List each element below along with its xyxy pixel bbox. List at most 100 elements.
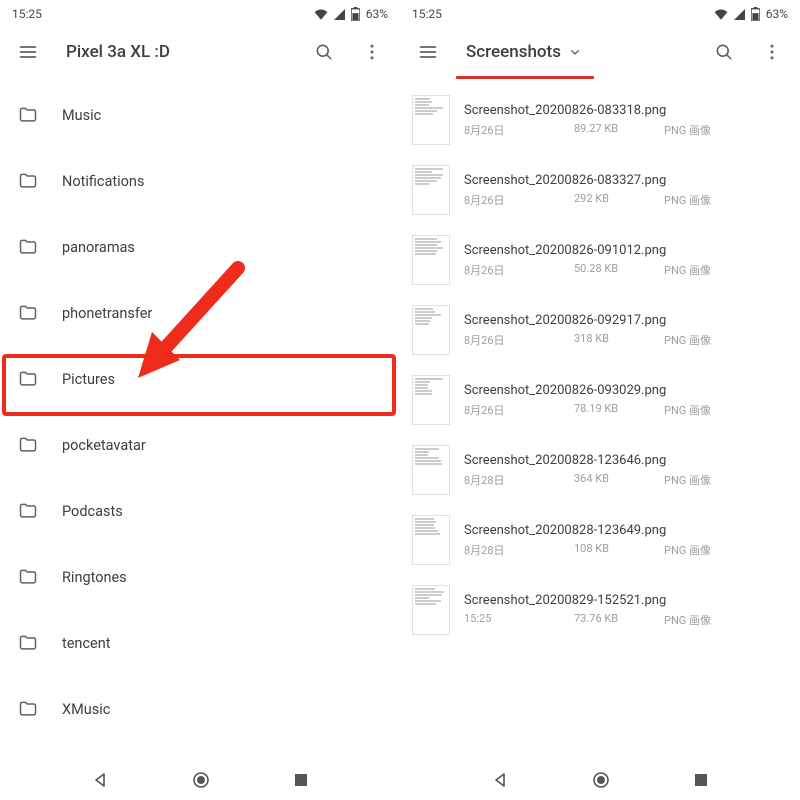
file-row[interactable]: Screenshot_20200826-083318.png8月26日89.27… xyxy=(400,85,800,155)
file-type: PNG 画像 xyxy=(664,192,711,208)
pane-files: 15:25 63% Screenshots xyxy=(400,0,800,800)
folder-name: Pictures xyxy=(62,371,115,388)
folder-row[interactable]: panoramas xyxy=(0,214,400,280)
folder-row[interactable]: tencent xyxy=(0,610,400,676)
file-thumbnail xyxy=(412,515,450,565)
file-row[interactable]: Screenshot_20200826-091012.png8月26日50.28… xyxy=(400,225,800,295)
hamburger-icon[interactable] xyxy=(8,32,48,72)
folder-row[interactable]: pocketavatar xyxy=(0,412,400,478)
battery-percent: 63% xyxy=(366,7,388,21)
file-thumbnail xyxy=(412,305,450,355)
battery-icon xyxy=(351,7,360,21)
file-row[interactable]: Screenshot_20200828-123646.png8月28日364 K… xyxy=(400,435,800,505)
file-type: PNG 画像 xyxy=(664,402,711,418)
folder-icon xyxy=(18,699,62,719)
folder-name: tencent xyxy=(62,635,110,652)
folder-row[interactable]: Music xyxy=(0,82,400,148)
pane-folders: 15:25 63% Pixel 3a XL :D Music Notificati… xyxy=(0,0,400,800)
folder-name: panoramas xyxy=(62,239,135,256)
folder-row[interactable]: Ringtones xyxy=(0,544,400,610)
file-date: 8月26日 xyxy=(464,332,574,348)
file-name: Screenshot_20200829-152521.png xyxy=(464,593,800,608)
status-time: 15:25 xyxy=(12,7,42,21)
nav-home-icon[interactable] xyxy=(592,771,610,789)
folder-icon xyxy=(18,567,62,587)
file-thumbnail xyxy=(412,235,450,285)
file-date: 8月26日 xyxy=(464,192,574,208)
signal-icon xyxy=(734,9,745,20)
file-type: PNG 画像 xyxy=(664,542,711,558)
folder-list: Music Notifications panoramas phonetransfer… xyxy=(0,76,400,760)
folder-row[interactable]: phonetransfer xyxy=(0,280,400,346)
file-type: PNG 画像 xyxy=(664,262,711,278)
file-type: PNG 画像 xyxy=(664,122,711,138)
folder-name: pocketavatar xyxy=(62,437,146,454)
folder-name: Notifications xyxy=(62,173,144,190)
appbar-right: Screenshots xyxy=(400,28,800,76)
file-type: PNG 画像 xyxy=(664,472,711,488)
hamburger-icon[interactable] xyxy=(408,32,448,72)
wifi-icon xyxy=(714,9,728,20)
file-row[interactable]: Screenshot_20200828-123649.png8月28日108 K… xyxy=(400,505,800,575)
chevron-down-icon xyxy=(567,44,583,60)
nav-back-icon[interactable] xyxy=(92,772,108,788)
folder-name: phonetransfer xyxy=(62,305,152,322)
folder-row[interactable]: XMusic xyxy=(0,676,400,742)
file-date: 15:25 xyxy=(464,612,574,628)
file-size: 364 KB xyxy=(574,472,664,488)
file-type: PNG 画像 xyxy=(664,612,711,628)
status-bar-right: 15:25 63% xyxy=(400,0,800,28)
nav-home-icon[interactable] xyxy=(192,771,210,789)
folder-name: Podcasts xyxy=(62,503,123,520)
folder-name: Ringtones xyxy=(62,569,127,586)
appbar-left: Pixel 3a XL :D xyxy=(0,28,400,76)
folder-name: XMusic xyxy=(62,701,110,718)
folder-icon xyxy=(18,633,62,653)
file-size: 73.76 KB xyxy=(574,612,664,628)
file-list: Screenshot_20200826-083318.png8月26日89.27… xyxy=(400,79,800,760)
nav-recent-icon[interactable] xyxy=(294,773,308,787)
folder-row[interactable]: Notifications xyxy=(0,148,400,214)
more-icon[interactable] xyxy=(752,32,792,72)
battery-percent-right: 63% xyxy=(766,7,788,21)
file-size: 108 KB xyxy=(574,542,664,558)
search-icon[interactable] xyxy=(704,32,744,72)
folder-icon xyxy=(18,237,62,257)
status-bar: 15:25 63% xyxy=(0,0,400,28)
folder-row[interactable]: Podcasts xyxy=(0,478,400,544)
nav-bar-left xyxy=(0,760,400,800)
status-right-right: 63% xyxy=(714,7,788,21)
file-date: 8月26日 xyxy=(464,402,574,418)
file-size: 318 KB xyxy=(574,332,664,348)
file-type: PNG 画像 xyxy=(664,332,711,348)
search-icon[interactable] xyxy=(304,32,344,72)
file-size: 292 KB xyxy=(574,192,664,208)
file-thumbnail xyxy=(412,95,450,145)
status-right: 63% xyxy=(314,7,388,21)
folder-icon xyxy=(18,105,62,125)
file-name: Screenshot_20200826-092917.png xyxy=(464,313,800,328)
file-date: 8月28日 xyxy=(464,542,574,558)
page-title-left: Pixel 3a XL :D xyxy=(56,42,296,62)
title-dropdown[interactable]: Screenshots xyxy=(456,42,696,62)
nav-back-icon[interactable] xyxy=(492,772,508,788)
file-row[interactable]: Screenshot_20200826-093029.png8月26日78.19… xyxy=(400,365,800,435)
file-name: Screenshot_20200826-091012.png xyxy=(464,243,800,258)
folder-icon xyxy=(18,171,62,191)
signal-icon xyxy=(334,9,345,20)
file-size: 50.28 KB xyxy=(574,262,664,278)
folder-row[interactable]: Pictures xyxy=(0,346,400,412)
more-icon[interactable] xyxy=(352,32,392,72)
file-row[interactable]: Screenshot_20200826-083327.png8月26日292 K… xyxy=(400,155,800,225)
file-row[interactable]: Screenshot_20200829-152521.png 15:2573.76… xyxy=(400,575,800,645)
file-row[interactable]: Screenshot_20200826-092917.png 8月26日318 K… xyxy=(400,295,800,365)
nav-recent-icon[interactable] xyxy=(694,773,708,787)
file-name: Screenshot_20200828-123646.png xyxy=(464,453,800,468)
wifi-icon xyxy=(314,9,328,20)
file-thumbnail xyxy=(412,585,450,635)
folder-icon xyxy=(18,303,62,323)
folder-name: Music xyxy=(62,107,101,124)
file-thumbnail xyxy=(412,375,450,425)
file-date: 8月26日 xyxy=(464,122,574,138)
page-title-right: Screenshots xyxy=(466,42,561,62)
